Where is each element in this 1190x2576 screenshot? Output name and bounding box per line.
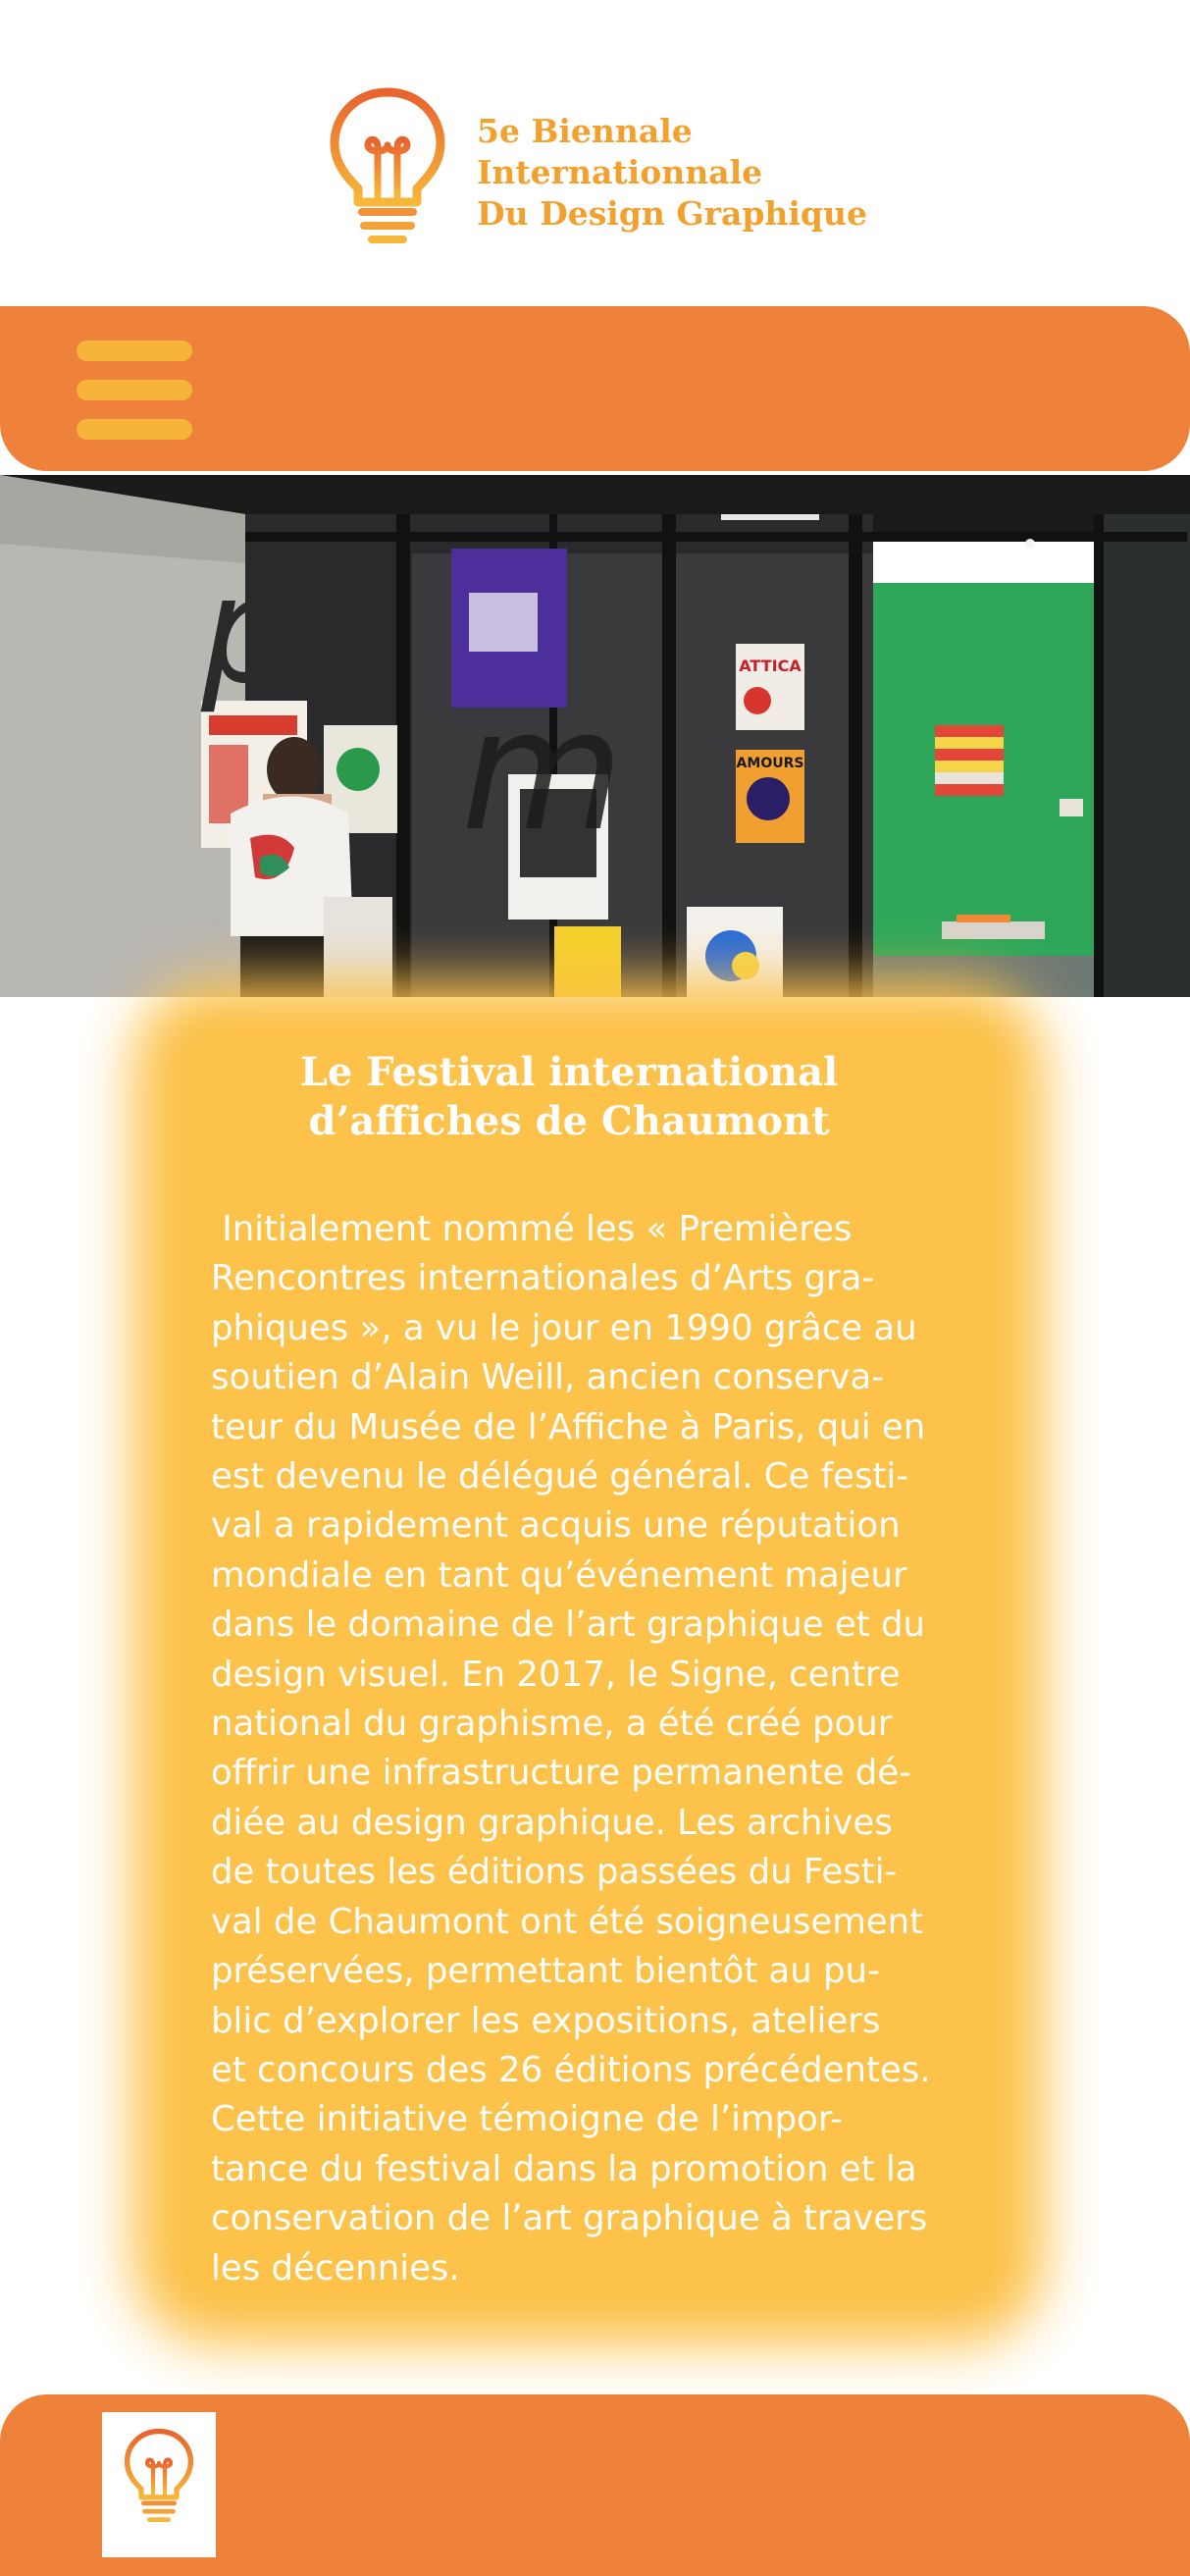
svg-text:pa: pa xyxy=(200,546,385,716)
site-header: 5e Biennale Internationnale Du Design Gr… xyxy=(0,0,1190,294)
article-title-line-1: Le Festival international xyxy=(299,1049,839,1095)
lightbulb-icon[interactable] xyxy=(329,86,446,248)
article-body: Initialement nommé les « Premières Renco… xyxy=(211,1209,931,2288)
article-title: Le Festival international d’affiches de … xyxy=(186,1048,952,1146)
footer-logo[interactable] xyxy=(102,2412,216,2557)
svg-text:m: m xyxy=(461,674,624,868)
logo-line-2: Internationnale xyxy=(477,153,763,191)
menu-line xyxy=(77,341,192,361)
hero-photo: ATTICA AMOURS pa m xyxy=(0,475,1190,997)
site-logo-text[interactable]: 5e Biennale Internationnale Du Design Gr… xyxy=(477,111,867,235)
article-title-line-2: d’affiches de Chaumont xyxy=(308,1098,830,1144)
logo-line-3: Du Design Graphique xyxy=(477,194,867,233)
menu-line xyxy=(77,419,192,440)
poster-text: ATTICA xyxy=(739,657,802,675)
lightbulb-icon xyxy=(124,2428,194,2522)
menu-line xyxy=(77,380,192,400)
logo-line-1: 5e Biennale xyxy=(477,112,693,150)
exhibition-photo: ATTICA AMOURS pa m xyxy=(0,475,1190,997)
poster-text: AMOURS xyxy=(737,756,804,771)
hamburger-menu-icon[interactable] xyxy=(77,341,192,445)
